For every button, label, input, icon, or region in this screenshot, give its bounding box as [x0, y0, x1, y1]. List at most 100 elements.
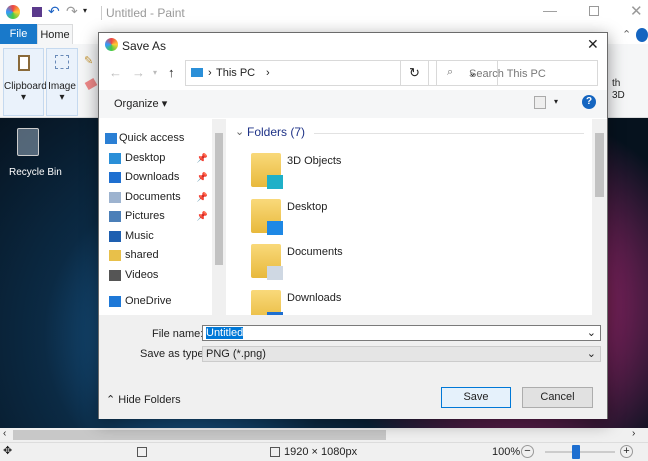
view-options-button[interactable]	[534, 96, 546, 109]
folder-icon	[251, 153, 283, 189]
recycle-bin-label[interactable]: Recycle Bin	[9, 167, 62, 178]
command-bar: Organize ▾ ▾ ?	[99, 90, 607, 118]
redo-icon[interactable]: ↷	[66, 3, 78, 20]
pin-icon: 📌	[196, 172, 208, 182]
collapse-ribbon-icon[interactable]: ⌃	[622, 28, 631, 41]
cancel-button[interactable]: Cancel	[522, 387, 593, 408]
save-as-type-label: Save as type:	[140, 348, 207, 360]
horizontal-scrollbar[interactable]: ‹ ›	[0, 428, 648, 442]
pin-icon: 📌	[196, 152, 208, 163]
folders-group-header[interactable]: Folders (7)	[247, 125, 305, 139]
view-dropdown-icon[interactable]: ▾	[554, 97, 558, 106]
hide-folders-button[interactable]: ⌃ Hide Folders	[106, 393, 181, 406]
undo-icon[interactable]: ↶	[48, 3, 60, 20]
search-placeholder: Search This PC	[469, 68, 546, 80]
this-pc-icon	[191, 68, 203, 77]
zoom-slider-thumb[interactable]	[572, 445, 580, 459]
pictures-icon	[109, 211, 121, 222]
nav-scrollbar[interactable]	[212, 119, 226, 315]
paint3d-label-fragment[interactable]: th 3D	[612, 78, 625, 102]
customize-qat-icon[interactable]: ▾	[83, 6, 87, 15]
save-as-type-value: PNG (*.png)	[206, 348, 266, 360]
file-name-label: File name:	[152, 328, 204, 340]
nav-item-label: Desktop	[125, 151, 166, 164]
zoom-out-button[interactable]: −	[521, 445, 534, 458]
cursor-position-icon: ✥	[3, 445, 13, 457]
tab-home[interactable]: Home	[37, 24, 73, 44]
folder-icon	[251, 244, 283, 280]
maximize-button[interactable]	[589, 6, 599, 16]
nav-item-label: OneDrive	[125, 295, 172, 307]
canvas-dimensions: 1920 × 1080px	[284, 446, 358, 458]
save-button[interactable]: Save	[441, 387, 511, 408]
zoom-in-button[interactable]: +	[620, 445, 633, 458]
save-as-dialog: Save As ✕ ← → ▾ ↑ › This PC › ⌄ ↻ ⌕ Sear…	[98, 32, 608, 419]
up-button[interactable]: ↑	[168, 65, 175, 80]
image-label: Image	[48, 81, 76, 92]
back-button[interactable]: ←	[109, 65, 122, 80]
nav-item[interactable]: Desktop 📌	[99, 149, 212, 168]
recent-locations-button[interactable]: ▾	[153, 68, 157, 77]
nav-item-label: Quick access	[119, 132, 185, 144]
nav-item[interactable]: Pictures 📌	[99, 207, 212, 226]
nav-item[interactable]: Documents 📌	[99, 188, 212, 207]
save-as-type-select[interactable]: PNG (*.png) ⌄	[202, 346, 601, 362]
file-name-value: Untitled	[206, 327, 244, 339]
hide-folders-icon: ⌃	[106, 394, 116, 406]
nav-item[interactable]: Quick access	[99, 129, 212, 148]
refresh-button[interactable]: ↻	[400, 60, 429, 86]
nav-item[interactable]: Downloads 📌	[99, 168, 212, 187]
scroll-thumb[interactable]	[13, 430, 386, 440]
search-icon: ⌕	[447, 66, 454, 78]
window-title: Untitled - Paint	[101, 6, 185, 20]
zoom-slider-track[interactable]	[545, 451, 615, 453]
clipboard-group[interactable]: Clipboard ▾	[3, 48, 47, 116]
document-icon	[109, 191, 121, 203]
organize-label: Organize	[114, 98, 159, 110]
minimize-button[interactable]: —	[543, 2, 557, 18]
dialog-help-button[interactable]: ?	[582, 95, 596, 109]
nav-scroll-thumb[interactable]	[215, 133, 223, 265]
help-icon[interactable]	[636, 28, 648, 42]
dialog-close-button[interactable]: ✕	[587, 36, 599, 53]
nav-item[interactable]: OneDrive	[99, 292, 212, 311]
canvas-size-icon	[270, 447, 280, 457]
organize-button[interactable]: Organize ▾	[114, 97, 167, 110]
forward-button[interactable]: →	[132, 65, 145, 80]
file-name-input[interactable]: Untitled ⌄	[202, 325, 601, 341]
recycle-bin-icon[interactable]	[17, 128, 39, 156]
hide-folders-label: Hide Folders	[118, 394, 181, 406]
nav-item[interactable]: Music	[99, 227, 212, 246]
breadcrumb-this-pc[interactable]: This PC	[216, 67, 255, 79]
nav-item-label: Documents	[125, 190, 181, 203]
clipboard-label: Clipboard	[4, 81, 47, 92]
nav-item[interactable]: shared	[99, 246, 212, 265]
file-list-scroll-thumb[interactable]	[595, 133, 604, 197]
file-list: ⌄ Folders (7) 3D Objects Desktop Documents…	[227, 119, 607, 326]
nav-item-label: Music	[125, 229, 154, 242]
zoom-level: 100%	[492, 446, 521, 458]
status-bar: ✥ 1920 × 1080px 100% − +	[0, 442, 648, 461]
nav-item-label: Pictures	[125, 210, 165, 222]
tab-file[interactable]: File	[0, 24, 37, 44]
group-collapse-icon[interactable]: ⌄	[235, 125, 244, 138]
nav-item-label: shared	[125, 249, 159, 261]
nav-item[interactable]: Videos	[99, 266, 212, 285]
save-icon[interactable]	[32, 7, 42, 17]
scroll-left-icon[interactable]: ‹	[3, 428, 6, 439]
search-input[interactable]: ⌕ Search This PC	[436, 60, 598, 86]
scroll-right-icon[interactable]: ›	[632, 428, 635, 439]
pin-icon: 📌	[196, 211, 208, 221]
image-group[interactable]: Image ▾	[46, 48, 78, 116]
nav-item-label: Videos	[125, 268, 159, 281]
folder-label: Documents	[287, 246, 343, 258]
folder-label: Desktop	[287, 200, 328, 213]
nav-item-label: Downloads	[125, 171, 180, 183]
file-list-scrollbar[interactable]	[592, 119, 607, 315]
music-icon	[109, 230, 121, 242]
folder-icon	[109, 250, 121, 261]
close-button[interactable]: ✕	[630, 2, 643, 20]
star-icon	[105, 133, 117, 144]
pencil-icon[interactable]: ✎	[84, 54, 93, 67]
folder-label: 3D Objects	[287, 155, 342, 167]
